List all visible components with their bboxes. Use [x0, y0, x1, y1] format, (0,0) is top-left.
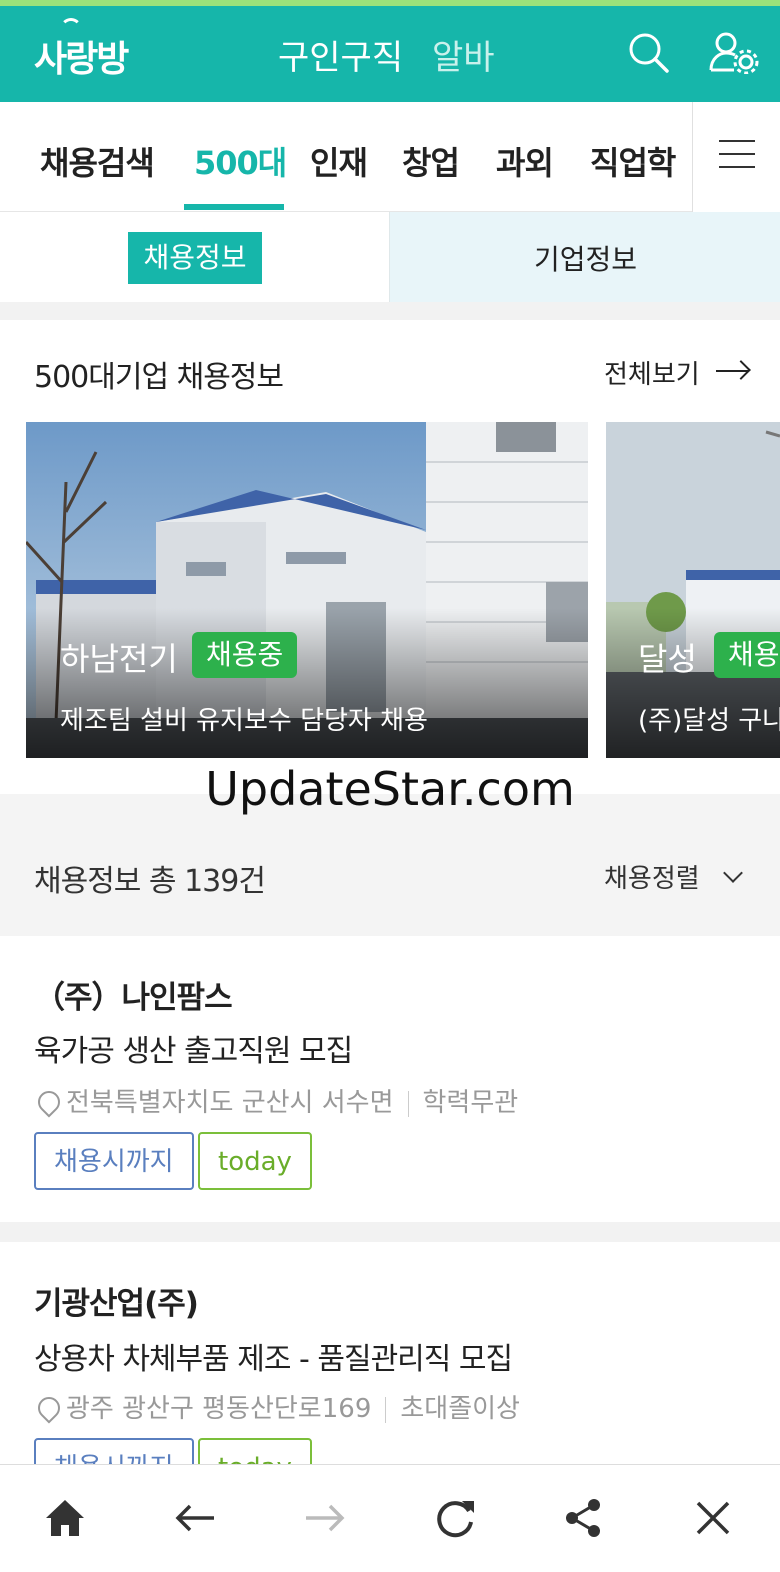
tab-vocational-school[interactable]: 직업학	[590, 138, 676, 184]
hiring-badge: 채용	[714, 632, 780, 678]
close-icon[interactable]	[690, 1495, 736, 1541]
chevron-down-icon[interactable]	[723, 863, 743, 883]
category-tabs: 채용검색 500대 인재 창업 과외 직업학	[0, 102, 692, 212]
card-company-name: 하남전기	[60, 640, 178, 678]
separator	[407, 1090, 409, 1117]
tab-500[interactable]: 500대	[194, 138, 287, 184]
category-nav: 채용검색 500대 인재 창업 과외 직업학	[0, 102, 780, 212]
tab-talent[interactable]: 인재	[310, 138, 368, 184]
deadline-tag: 채용시까지	[34, 1132, 194, 1190]
tab-tutoring[interactable]: 과외	[496, 138, 554, 184]
job-listing[interactable]: 기광산업(주) 상용차 차체부품 제조 - 품질관리직 모집 광주 광산구 평동…	[0, 1242, 780, 1496]
menu-button[interactable]	[692, 102, 780, 212]
refresh-icon[interactable]	[432, 1495, 478, 1541]
subtab-company-info[interactable]: 기업정보	[389, 212, 780, 302]
result-count: 채용정보 총 139건	[34, 864, 266, 899]
hamburger-icon	[719, 140, 755, 170]
listing-company: （주）나인팜스	[34, 980, 233, 1016]
location-pin-icon	[33, 1086, 65, 1118]
listing-title: 상용차 차체부품 제조 - 품질관리직 모집	[34, 1342, 513, 1377]
job-listing[interactable]: （주）나인팜스 육가공 생산 출고직원 모집 전북특별자치도 군산시 서수면 학력…	[0, 936, 780, 1222]
featured-section-title: 500대기업 채용정보	[34, 360, 284, 395]
search-icon[interactable]	[626, 30, 670, 74]
featured-card[interactable]: 달성 채용 (주)달성 구나	[606, 422, 780, 758]
arrow-right-icon[interactable]	[716, 370, 748, 372]
today-tag: today	[198, 1132, 312, 1190]
back-arrow-icon[interactable]	[172, 1495, 218, 1541]
listing-location: 전북특별자치도 군산시 서수면	[66, 1088, 394, 1118]
subtab-job-info[interactable]: 채용정보	[0, 212, 389, 302]
user-settings-icon[interactable]	[708, 30, 762, 74]
share-icon[interactable]	[560, 1495, 606, 1541]
listing-company: 기광산업(주)	[34, 1286, 199, 1322]
sort-dropdown[interactable]: 채용정렬	[604, 858, 700, 895]
bottom-nav-bar	[0, 1464, 780, 1572]
listing-education: 초대졸이상	[400, 1394, 520, 1424]
subtab-company-info-label: 기업정보	[533, 243, 638, 276]
active-tab-indicator	[184, 204, 284, 210]
featured-card[interactable]: 하남전기 채용중 제조팀 설비 유지보수 담당자 채용	[26, 422, 588, 758]
card-company-name: 달성	[638, 640, 697, 678]
listing-education: 학력무관	[422, 1088, 519, 1118]
status-strip	[0, 0, 780, 6]
separator	[385, 1396, 387, 1423]
header-title[interactable]: 구인구직	[278, 30, 403, 79]
card-description: 제조팀 설비 유지보수 담당자 채용	[60, 706, 428, 736]
card-description: (주)달성 구나	[638, 706, 780, 736]
forward-arrow-icon[interactable]	[302, 1495, 348, 1541]
listing-location: 광주 광산구 평동산단로169	[66, 1394, 372, 1424]
header-title-secondary[interactable]: 알바	[432, 30, 495, 79]
app-logo[interactable]: 사랑방	[34, 30, 129, 82]
wifi-wave-icon	[60, 18, 82, 32]
view-all-link[interactable]: 전체보기	[604, 354, 700, 391]
hiring-badge: 채용중	[192, 632, 298, 678]
listing-location-row: 광주 광산구 평동산단로169 초대졸이상	[33, 1388, 520, 1425]
tab-job-search[interactable]: 채용검색	[40, 138, 155, 184]
home-icon[interactable]	[42, 1495, 88, 1541]
listing-gap	[0, 1222, 780, 1242]
listing-location-row: 전북특별자치도 군산시 서수면 학력무관	[33, 1082, 519, 1119]
listing-title: 육가공 생산 출고직원 모집	[34, 1034, 353, 1069]
tab-startup[interactable]: 창업	[402, 138, 460, 184]
subtab-job-info-label: 채용정보	[128, 232, 262, 284]
app-header: 사랑방 구인구직 알바	[0, 0, 780, 102]
sub-tabs: 채용정보 기업정보	[0, 212, 780, 302]
section-divider	[0, 302, 780, 320]
watermark: UpdateStar.com	[205, 762, 575, 816]
location-pin-icon	[33, 1392, 65, 1424]
